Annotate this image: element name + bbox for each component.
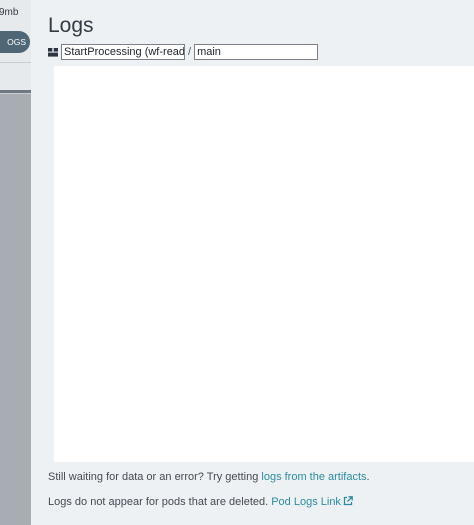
left-panel-header: s9mb OGS xyxy=(0,0,31,94)
page-title: Logs xyxy=(48,14,94,37)
divider xyxy=(0,90,31,93)
container-select[interactable]: main xyxy=(194,44,319,60)
waiting-message: Still waiting for data or an error? Try … xyxy=(48,471,370,483)
divider xyxy=(0,62,31,63)
log-source-selectors: StartProcessing (wf-read-vs / main xyxy=(48,44,319,60)
pod-select[interactable]: StartProcessing (wf-read-vs xyxy=(61,44,185,60)
box-icon xyxy=(48,48,58,57)
log-viewer[interactable] xyxy=(54,66,474,462)
left-panel: s9mb OGS xyxy=(0,0,31,525)
pod-logs-link-label: Pod Logs Link xyxy=(271,496,341,508)
waiting-suffix: . xyxy=(366,471,370,483)
selector-separator: / xyxy=(188,46,192,58)
artifacts-logs-link[interactable]: logs from the artifacts xyxy=(261,471,366,483)
deleted-pods-message: Logs do not appear for pods that are del… xyxy=(48,496,353,508)
logs-panel: Logs StartProcessing (wf-read-vs / main … xyxy=(31,0,474,525)
waiting-text: Still waiting for data or an error? Try … xyxy=(48,471,262,483)
pod-logs-link[interactable]: Pod Logs Link xyxy=(271,496,353,508)
external-link-icon xyxy=(343,496,353,506)
deleted-text: Logs do not appear for pods that are del… xyxy=(48,496,272,508)
node-id-label: s9mb xyxy=(0,7,19,18)
logs-tab-button[interactable]: OGS xyxy=(0,31,30,53)
